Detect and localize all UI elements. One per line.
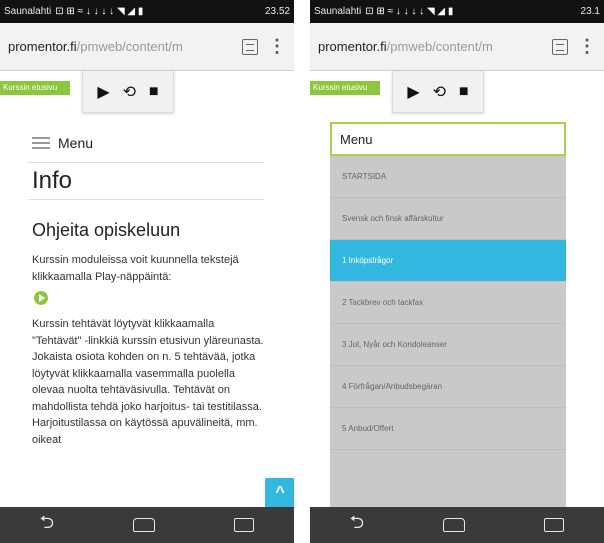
url-host: promentor.fi xyxy=(8,39,77,54)
section-title: Ohjeita opiskeluun xyxy=(32,220,181,240)
replay-icon[interactable]: ⟲ xyxy=(433,82,446,102)
page-title: Info xyxy=(32,167,73,194)
carrier-name: Saunalahti xyxy=(4,6,52,17)
replay-icon[interactable]: ⟲ xyxy=(123,82,136,102)
play-circle-icon[interactable] xyxy=(34,291,48,305)
menu-toggle[interactable]: Menu xyxy=(32,135,93,151)
menu-item-forfragan[interactable]: 4 Förfrågan/Anbudsbegäran xyxy=(330,366,566,408)
site-header: Kurssin etusivu ▶ ⟲ ■ xyxy=(310,71,604,113)
site-header: Kurssin etusivu ▶ ⟲ ■ xyxy=(0,71,294,113)
right-phone-screen: Saunalahti ⊡ ⊞ ≈ ↓ ↓ ↓ ↓ ◥ ◢ ▮ 23.1 prom… xyxy=(310,0,604,543)
overflow-menu-icon[interactable]: ⋮ xyxy=(578,36,596,57)
menu-label: Menu xyxy=(58,135,94,151)
status-bar: Saunalahti ⊡ ⊞ ≈ ↓ ↓ ↓ ↓ ◥ ◢ ▮ 23.52 xyxy=(0,0,294,23)
carrier-name: Saunalahti xyxy=(314,6,362,17)
menu-item-startsida[interactable]: STARTSIDA xyxy=(330,156,566,198)
browser-toolbar: promentor.fi/pmweb/content/m ⋮ xyxy=(0,23,294,71)
clock: 23.1 xyxy=(580,6,600,17)
menu-item-jul-nyar[interactable]: 3 Jul, Nyår och Kondoleanser xyxy=(330,324,566,366)
home-icon[interactable] xyxy=(133,518,156,532)
recent-apps-icon[interactable] xyxy=(234,518,255,532)
back-icon[interactable]: ⮌ xyxy=(350,510,364,540)
play-icon[interactable]: ▶ xyxy=(407,82,419,102)
hamburger-icon xyxy=(32,137,50,149)
menu-item-tackbrev[interactable]: 2 Tackbrev och tackfax xyxy=(330,282,566,324)
audio-player: ▶ ⟲ ■ xyxy=(392,71,484,113)
url-host: promentor.fi xyxy=(318,39,387,54)
divider xyxy=(28,162,264,163)
stop-icon[interactable]: ■ xyxy=(149,83,159,101)
tabs-icon[interactable] xyxy=(242,38,258,55)
menu-item-affarskultur[interactable]: Svensk och finsk affärskultur xyxy=(330,198,566,240)
course-home-link[interactable]: Kurssin etusivu xyxy=(0,81,70,95)
stop-icon[interactable]: ■ xyxy=(459,83,469,101)
android-nav-bar: ⮌ xyxy=(310,507,604,543)
intro-paragraph: Kurssin moduleissa voit kuunnella tekste… xyxy=(32,254,239,283)
navigation-menu: Menu STARTSIDA Svensk och finsk affärsku… xyxy=(330,122,566,507)
address-bar[interactable]: promentor.fi/pmweb/content/m xyxy=(318,39,544,54)
recent-apps-icon[interactable] xyxy=(544,518,565,532)
body-paragraph: Kurssin tehtävät löytyvät klikkaamalla "… xyxy=(32,318,264,446)
url-path: /pmweb/content/m xyxy=(386,39,493,54)
status-icons: ⊡ ⊞ ≈ ↓ ↓ ↓ ↓ ◥ ◢ ▮ xyxy=(365,6,454,17)
audio-player: ▶ ⟲ ■ xyxy=(82,71,174,113)
clock: 23.52 xyxy=(264,6,290,17)
divider xyxy=(28,199,264,200)
android-nav-bar: ⮌ xyxy=(0,507,294,543)
status-icons: ⊡ ⊞ ≈ ↓ ↓ ↓ ↓ ◥ ◢ ▮ xyxy=(55,6,144,17)
overflow-menu-icon[interactable]: ⋮ xyxy=(268,36,286,57)
scroll-to-top-button[interactable]: ^ xyxy=(265,478,294,508)
url-path: /pmweb/content/m xyxy=(76,39,183,54)
browser-toolbar: promentor.fi/pmweb/content/m ⋮ xyxy=(310,23,604,71)
address-bar[interactable]: promentor.fi/pmweb/content/m xyxy=(8,39,234,54)
back-icon[interactable]: ⮌ xyxy=(40,510,54,540)
home-icon[interactable] xyxy=(443,518,466,532)
course-home-link[interactable]: Kurssin etusivu xyxy=(310,81,380,95)
menu-item-anbud[interactable]: 5 Anbud/Offert xyxy=(330,408,566,450)
play-icon[interactable]: ▶ xyxy=(97,82,109,102)
menu-item-inkopsfragor[interactable]: 1 Inköpsfrågor xyxy=(330,240,566,282)
menu-header[interactable]: Menu xyxy=(330,122,566,156)
tabs-icon[interactable] xyxy=(552,38,568,55)
status-bar: Saunalahti ⊡ ⊞ ≈ ↓ ↓ ↓ ↓ ◥ ◢ ▮ 23.1 xyxy=(310,0,604,23)
left-phone-screen: Saunalahti ⊡ ⊞ ≈ ↓ ↓ ↓ ↓ ◥ ◢ ▮ 23.52 pro… xyxy=(0,0,294,543)
